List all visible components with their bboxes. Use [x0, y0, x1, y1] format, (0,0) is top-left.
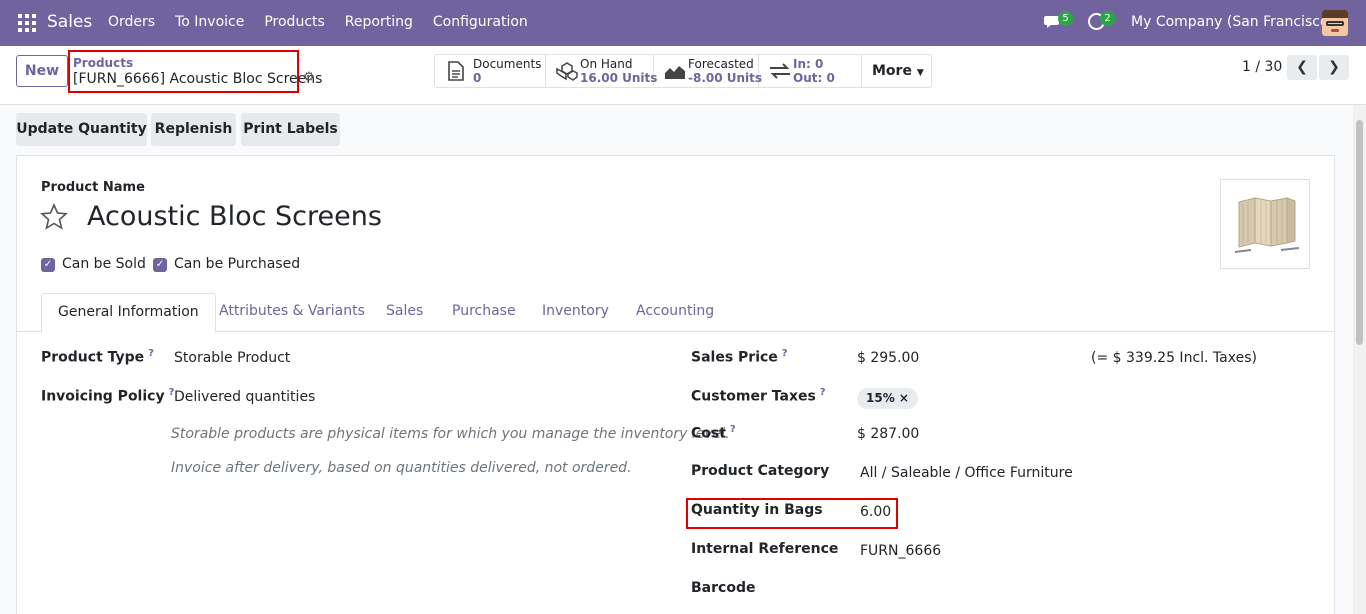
control-panel: New Products [FURN_6666] Acoustic Bloc S… — [0, 46, 1366, 105]
breadcrumb-parent[interactable]: Products — [73, 56, 133, 70]
breadcrumb: Products [FURN_6666] Acoustic Bloc Scree… — [68, 50, 322, 93]
help-tooltip-icon[interactable]: ? — [782, 348, 788, 359]
chevron-right-icon: ❯ — [1328, 59, 1340, 75]
can-be-purchased-label: Can be Purchased — [174, 256, 301, 272]
breadcrumb-current: [FURN_6666] Acoustic Bloc Screens — [73, 71, 323, 87]
product-name-label: Product Name — [41, 180, 145, 195]
invoicing-policy-field[interactable]: Delivered quantities — [174, 389, 315, 405]
tab-purchase[interactable]: Purchase — [452, 293, 516, 332]
storable-product-hint: Storable products are physical items for… — [171, 426, 730, 442]
menu-item-to-invoice[interactable]: To Invoice — [175, 14, 244, 30]
tax-tag[interactable]: 15% × — [857, 388, 918, 409]
tax-tag-label: 15% — [866, 391, 895, 405]
new-button[interactable]: New — [16, 55, 68, 87]
documents-smart-button[interactable]: Documents 0 — [435, 55, 546, 87]
customer-taxes-label: Customer Taxes? — [691, 387, 826, 405]
notebook-tabs: General Information Attributes & Variant… — [17, 293, 1334, 333]
product-category-field[interactable]: All / Saleable / Office Furniture — [860, 465, 1073, 481]
forecasted-value: -8.00 Units — [688, 71, 763, 85]
print-labels-button[interactable]: Print Labels — [241, 113, 340, 146]
forecasted-title: Forecasted — [688, 57, 754, 71]
favorite-star-icon[interactable] — [40, 203, 68, 231]
pager-previous-button[interactable]: ❮ — [1287, 55, 1317, 80]
menu-item-configuration[interactable]: Configuration — [433, 14, 528, 30]
caret-down-icon: ▼ — [916, 68, 924, 78]
document-icon — [448, 61, 464, 81]
outgoing-count: Out: 0 — [793, 71, 835, 85]
more-dropdown[interactable]: More ▼ — [862, 55, 931, 87]
quantity-in-bags-label: Quantity in Bags — [691, 502, 823, 518]
user-avatar[interactable] — [1322, 10, 1348, 36]
on-hand-title: On Hand — [580, 57, 633, 71]
remove-tag-icon[interactable]: × — [899, 391, 909, 405]
tab-sales[interactable]: Sales — [386, 293, 423, 332]
help-tooltip-icon[interactable]: ? — [148, 348, 154, 359]
smart-buttons: Documents 0 On Hand 16.00 Units Forecast… — [434, 54, 932, 88]
sales-price-incl-taxes: (= $ 339.25 Incl. Taxes) — [1091, 350, 1257, 366]
tab-general-information[interactable]: General Information — [41, 293, 216, 333]
cost-label: Cost? — [691, 424, 736, 442]
pager-value[interactable]: 1 / 30 — [1242, 59, 1282, 75]
product-category-label: Product Category — [691, 463, 830, 479]
forecasted-smart-button[interactable]: Forecasted -8.00 Units — [654, 55, 763, 87]
quantity-in-bags-field[interactable]: 6.00 — [860, 504, 891, 520]
invoicing-policy-hint: Invoice after delivery, based on quantit… — [171, 460, 632, 476]
internal-reference-field[interactable]: FURN_6666 — [860, 543, 941, 559]
barcode-label: Barcode — [691, 580, 756, 596]
top-navbar: Sales Orders To Invoice Products Reporti… — [0, 0, 1366, 46]
tab-inventory[interactable]: Inventory — [542, 293, 609, 332]
invoicing-policy-label: Invoicing Policy? — [41, 387, 175, 405]
sales-price-label: Sales Price? — [691, 348, 788, 366]
menu-item-orders[interactable]: Orders — [108, 14, 155, 30]
menu-item-reporting[interactable]: Reporting — [345, 14, 413, 30]
tab-attributes-variants[interactable]: Attributes & Variants — [219, 293, 365, 332]
cubes-icon — [556, 62, 578, 81]
help-tooltip-icon[interactable]: ? — [820, 387, 826, 398]
update-quantity-button[interactable]: Update Quantity — [16, 113, 147, 146]
product-image[interactable] — [1220, 179, 1310, 269]
scrollbar[interactable] — [1353, 105, 1366, 614]
in-out-smart-button[interactable]: In: 0 Out: 0 — [759, 55, 862, 87]
documents-title: Documents — [473, 57, 542, 71]
app-name[interactable]: Sales — [47, 12, 92, 32]
scrollbar-thumb[interactable] — [1356, 120, 1363, 345]
chevron-left-icon: ❮ — [1296, 59, 1308, 75]
room-divider-image — [1234, 197, 1300, 253]
gear-icon[interactable]: ⚙ — [303, 71, 316, 84]
internal-reference-label: Internal Reference — [691, 541, 839, 557]
main-menu: Orders To Invoice Products Reporting Con… — [108, 14, 548, 30]
activity-badge: 2 — [1100, 11, 1115, 26]
replenish-button[interactable]: Replenish — [151, 113, 236, 146]
can-be-purchased-checkbox[interactable]: ✓ — [153, 258, 167, 272]
more-label: More — [872, 63, 912, 79]
can-be-sold-label: Can be Sold — [62, 256, 146, 272]
on-hand-smart-button[interactable]: On Hand 16.00 Units — [546, 55, 658, 87]
incoming-count: In: 0 — [793, 57, 824, 71]
sales-price-field[interactable]: $ 295.00 — [857, 350, 919, 366]
product-type-label: Product Type? — [41, 348, 154, 366]
area-chart-icon — [665, 66, 685, 79]
product-type-field[interactable]: Storable Product — [174, 350, 290, 366]
chat-badge: 5 — [1058, 11, 1073, 26]
on-hand-value: 16.00 Units — [580, 71, 658, 85]
help-tooltip-icon[interactable]: ? — [730, 424, 736, 435]
tab-accounting[interactable]: Accounting — [636, 293, 714, 332]
menu-item-products[interactable]: Products — [264, 14, 324, 30]
company-switcher[interactable]: My Company (San Francisco) — [1131, 14, 1334, 30]
apps-menu-icon[interactable] — [18, 14, 36, 32]
exchange-icon — [770, 63, 790, 79]
cost-field[interactable]: $ 287.00 — [857, 426, 919, 442]
documents-count: 0 — [473, 71, 482, 85]
pager-next-button[interactable]: ❯ — [1319, 55, 1349, 80]
product-name-field[interactable]: Acoustic Bloc Screens — [87, 201, 382, 232]
can-be-sold-checkbox[interactable]: ✓ — [41, 258, 55, 272]
